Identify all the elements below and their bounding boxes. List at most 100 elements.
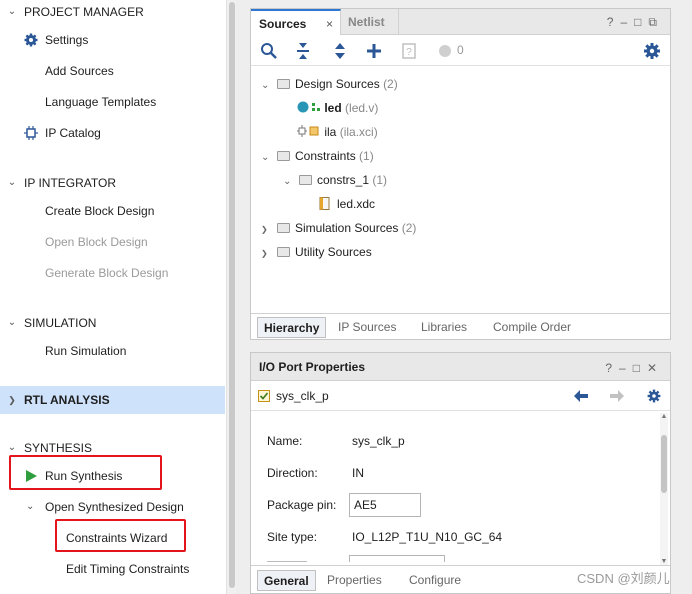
properties-header: I/O Port Properties ?–□✕ — [251, 353, 670, 381]
nav-generate-block-design[interactable]: Generate Block Design — [0, 262, 225, 284]
subtab-ip-sources[interactable]: IP Sources — [332, 317, 402, 338]
chevron-right-icon[interactable]: ❯ — [261, 219, 273, 241]
chevron-down-icon[interactable]: ⌄ — [261, 75, 273, 97]
navigator-scrollbar[interactable] — [226, 0, 236, 594]
sources-toolbar: ? 0 — [251, 36, 670, 66]
scrollbar-thumb[interactable] — [229, 2, 235, 588]
chevron-down-icon[interactable]: ⌄ — [6, 436, 18, 460]
nav-item-label: Generate Block Design — [45, 266, 169, 280]
section-title: IP INTEGRATOR — [24, 176, 117, 190]
nav-constraints-wizard[interactable]: Constraints Wizard — [0, 527, 167, 549]
tab-label: Netlist — [348, 15, 385, 29]
tree-file: (led.v) — [345, 101, 379, 115]
scroll-up-icon[interactable]: ▲ — [660, 413, 668, 420]
section-synthesis[interactable]: ⌄ SYNTHESIS — [0, 436, 225, 460]
nav-add-sources[interactable]: Add Sources — [0, 60, 225, 82]
scrollbar-thumb[interactable] — [661, 435, 667, 493]
subtab-configure[interactable]: Configure — [403, 570, 467, 591]
nav-item-label: Edit Timing Constraints — [66, 562, 190, 576]
chevron-right-icon[interactable]: ❯ — [6, 386, 18, 414]
svg-text:?: ? — [406, 47, 412, 58]
nav-create-block-design[interactable]: Create Block Design — [0, 200, 225, 222]
section-title: PROJECT MANAGER — [24, 5, 144, 19]
tree-constrs-1[interactable]: ⌄ constrs_1 (1) — [283, 169, 387, 191]
tree-label: constrs_1 — [317, 173, 370, 187]
tree-constraints[interactable]: ⌄ Constraints (1) — [261, 145, 374, 167]
source-properties-icon[interactable]: ? — [399, 41, 419, 61]
chevron-down-icon[interactable]: ⌄ — [283, 171, 295, 193]
properties-scrollbar[interactable]: ▲ ▼ — [660, 413, 668, 565]
subtab-compile-order[interactable]: Compile Order — [487, 317, 577, 338]
chevron-down-icon[interactable]: ⌄ — [261, 147, 273, 169]
clipped-label — [267, 555, 307, 562]
window-controls: ?–□✕ — [605, 361, 664, 375]
chevron-down-icon[interactable]: ⌄ — [26, 496, 34, 518]
scroll-down-icon[interactable]: ▼ — [660, 558, 668, 565]
search-icon[interactable] — [259, 41, 279, 61]
gear-icon[interactable] — [646, 388, 662, 404]
gear-icon — [24, 33, 38, 47]
add-sources-icon[interactable] — [364, 41, 384, 61]
ip-core-icon — [297, 125, 319, 137]
critical-warning-icon[interactable] — [435, 41, 455, 61]
tree-label: Utility Sources — [295, 245, 372, 259]
nav-language-templates[interactable]: Language Templates — [0, 91, 225, 113]
float-icon[interactable]: ⧉ — [648, 15, 664, 29]
tree-ila[interactable]: ila (ila.xci) — [297, 121, 378, 143]
minimize-icon[interactable]: – — [620, 15, 634, 29]
nav-item-label: Constraints Wizard — [66, 531, 168, 545]
section-ip-integrator[interactable]: ⌄ IP INTEGRATOR — [0, 171, 225, 195]
nav-run-simulation[interactable]: Run Simulation — [0, 340, 225, 362]
chevron-down-icon[interactable]: ⌄ — [6, 171, 18, 195]
maximize-icon[interactable]: □ — [634, 15, 648, 29]
clipped-next-row — [267, 555, 447, 562]
section-simulation[interactable]: ⌄ SIMULATION — [0, 311, 225, 335]
name-value: sys_clk_p — [352, 434, 405, 448]
tab-sources[interactable]: Sources × — [251, 9, 341, 35]
section-title: RTL ANALYSIS — [24, 393, 110, 407]
close-icon[interactable]: × — [326, 11, 333, 37]
tree-utility-sources[interactable]: ❯ Utility Sources — [261, 241, 372, 263]
nav-run-synthesis[interactable]: Run Synthesis — [0, 465, 160, 487]
subtab-general[interactable]: General — [257, 570, 316, 591]
close-icon[interactable]: ✕ — [647, 361, 664, 375]
nav-item-label: Settings — [45, 33, 89, 47]
chevron-down-icon[interactable]: ⌄ — [6, 311, 18, 335]
gear-icon[interactable] — [642, 41, 662, 61]
tree-label: led — [324, 101, 342, 115]
chevron-right-icon[interactable]: ❯ — [261, 243, 273, 265]
subtab-libraries[interactable]: Libraries — [415, 317, 473, 338]
package-pin-field[interactable]: AE5 — [349, 493, 421, 517]
tree-file: (ila.xci) — [339, 125, 378, 139]
nav-ip-catalog[interactable]: IP Catalog — [0, 122, 225, 144]
tree-simulation-sources[interactable]: ❯ Simulation Sources (2) — [261, 217, 416, 239]
run-play-icon — [26, 470, 37, 482]
tree-led[interactable]: led (led.v) — [297, 97, 378, 119]
chevron-down-icon[interactable]: ⌄ — [6, 0, 18, 24]
forward-arrow-icon[interactable] — [609, 389, 625, 403]
nav-edit-timing-constraints[interactable]: Edit Timing Constraints — [0, 558, 225, 580]
section-project-manager[interactable]: ⌄ PROJECT MANAGER — [0, 0, 225, 24]
help-icon[interactable]: ? — [607, 15, 621, 29]
back-arrow-icon[interactable] — [573, 389, 589, 403]
nav-settings[interactable]: Settings — [0, 29, 225, 51]
panel-title: I/O Port Properties — [259, 360, 366, 374]
top-module-icon — [297, 101, 320, 113]
subtab-hierarchy[interactable]: Hierarchy — [257, 317, 327, 338]
tree-design-sources[interactable]: ⌄ Design Sources (2) — [261, 73, 398, 95]
nav-open-block-design[interactable]: Open Block Design — [0, 231, 225, 253]
section-rtl-analysis[interactable]: ❯ RTL ANALYSIS — [0, 386, 225, 414]
tree-led-xdc[interactable]: led.xdc — [319, 193, 375, 215]
expand-all-icon[interactable] — [330, 41, 350, 61]
maximize-icon[interactable]: □ — [633, 361, 647, 375]
nav-open-synthesized-design[interactable]: ⌄ Open Synthesized Design — [0, 496, 225, 518]
tab-netlist[interactable]: Netlist — [341, 9, 399, 35]
help-icon[interactable]: ? — [605, 361, 619, 375]
port-checkbox-icon — [258, 390, 270, 402]
minimize-icon[interactable]: – — [619, 361, 633, 375]
package-pin-label: Package pin: — [267, 498, 337, 512]
section-title: SIMULATION — [24, 316, 97, 330]
collapse-all-icon[interactable] — [293, 41, 313, 61]
subtab-properties[interactable]: Properties — [321, 570, 388, 591]
folder-icon — [277, 247, 290, 257]
